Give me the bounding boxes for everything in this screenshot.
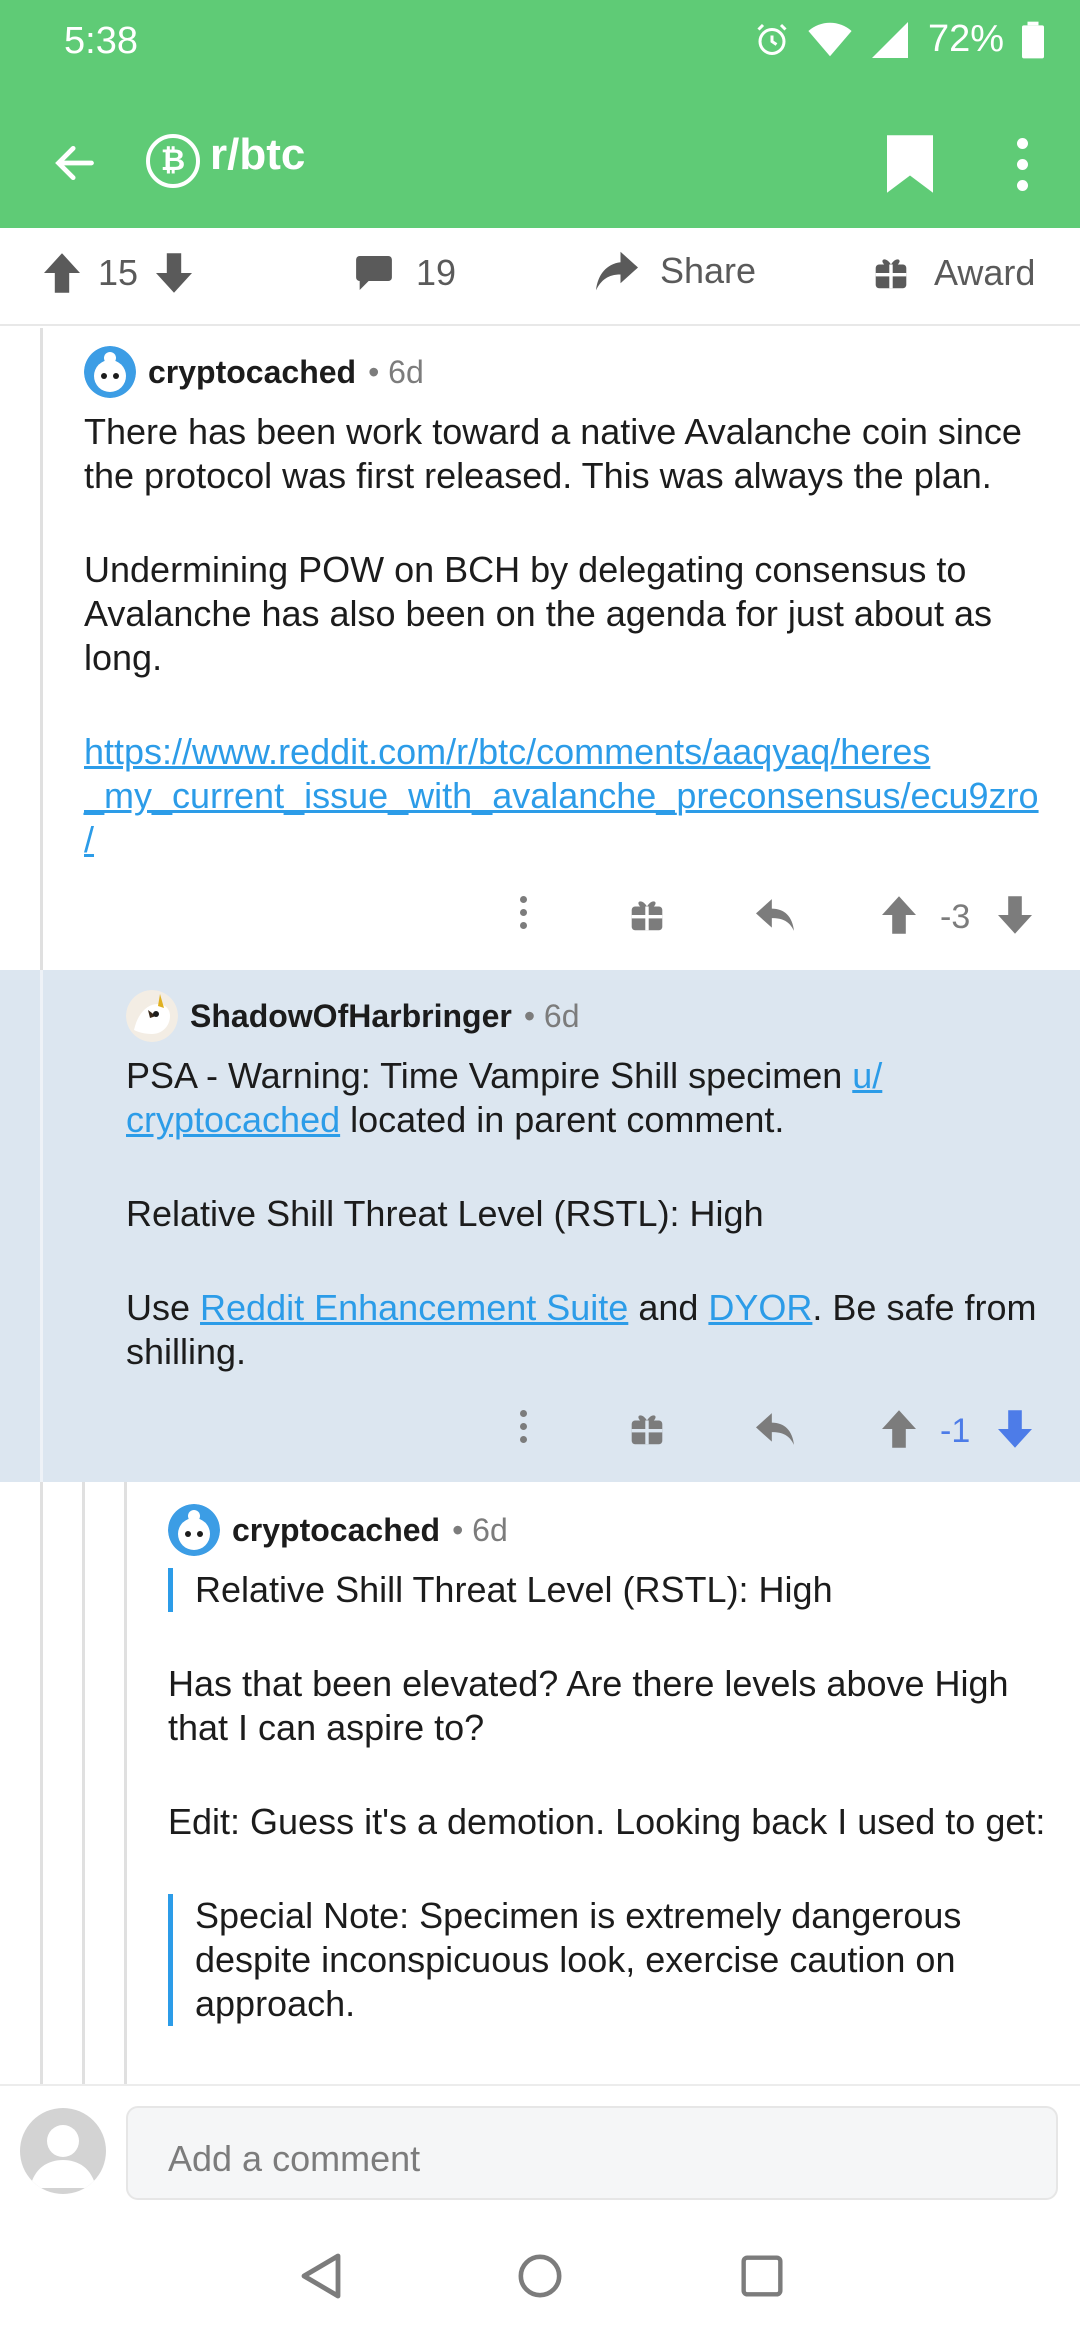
comment-body: There has been work toward a native Aval…: [84, 410, 1064, 862]
comment-author[interactable]: ShadowOfHarbringer: [190, 998, 512, 1035]
comment-header: ShadowOfHarbringer • 6d: [126, 990, 1056, 1042]
alarm-icon: [757, 23, 787, 55]
comment-more-button[interactable]: [520, 1410, 527, 1443]
gift-icon[interactable]: [630, 898, 664, 932]
battery-percent: 72%: [927, 18, 1004, 60]
gift-icon: [875, 259, 907, 289]
arrow-left-icon: [55, 145, 94, 181]
post-score: 15: [98, 252, 139, 293]
save-button[interactable]: [880, 126, 940, 202]
comments-count: 19: [416, 252, 457, 293]
comment-composer: Add a comment: [0, 2084, 1080, 2214]
comment-meta: • 6d: [452, 1511, 508, 1548]
comment-score: -1: [940, 1412, 971, 1450]
comment-icon: [356, 256, 392, 290]
post-action-bar: 15 19 Share Award: [0, 228, 1080, 326]
battery-icon: [1022, 21, 1044, 58]
share-icon: [596, 251, 638, 291]
comment-header: cryptocached • 6d: [84, 346, 1064, 398]
comment-score: -3: [940, 898, 971, 936]
downvote-icon[interactable]: [998, 1410, 1032, 1448]
res-link[interactable]: Reddit Enhancement Suite: [200, 1287, 628, 1328]
comments-count-button[interactable]: 19: [356, 252, 456, 294]
circle-home-icon: [518, 2254, 562, 2298]
post-vote: 15: [44, 252, 193, 294]
square-recents-icon: [741, 2255, 783, 2297]
comment-2-actions: -1: [500, 1404, 1060, 1456]
more-options-button[interactable]: [1000, 126, 1044, 202]
comment-2: ShadowOfHarbringer • 6d PSA - Warning: T…: [126, 990, 1056, 1374]
reply-icon[interactable]: [756, 1412, 794, 1446]
comment-paragraph: PSA - Warning: Time Vampire Shill specim…: [126, 1055, 883, 1140]
bookmark-icon: [887, 135, 933, 193]
comment-body: Relative Shill Threat Level (RSTL): High…: [168, 1568, 1068, 2026]
upvote-icon[interactable]: [882, 1410, 916, 1448]
comment-more-button[interactable]: [520, 896, 527, 929]
dyor-link[interactable]: DYOR: [708, 1287, 812, 1328]
comment-author[interactable]: cryptocached: [148, 354, 356, 391]
subreddit-title[interactable]: r/btc: [210, 130, 305, 180]
status-icons: 72%: [754, 18, 1044, 61]
bitcoin-icon: ₿: [146, 134, 200, 188]
triangle-back-icon: [301, 2253, 341, 2299]
comment-meta: • 6d: [368, 353, 424, 390]
nav-home-button[interactable]: [510, 2246, 570, 2306]
comment-paragraph: Use Reddit Enhancement Suite and DYOR. B…: [126, 1287, 1037, 1372]
signal-icon: [871, 21, 908, 58]
downvote-icon[interactable]: [156, 253, 193, 293]
award-button[interactable]: Award: [874, 252, 1035, 294]
avatar[interactable]: [168, 1504, 220, 1556]
comment-body: PSA - Warning: Time Vampire Shill specim…: [126, 1054, 1056, 1374]
status-time: 5:38: [64, 20, 138, 62]
award-label: Award: [934, 252, 1036, 293]
comment-3: cryptocached • 6d Relative Shill Threat …: [168, 1504, 1068, 2026]
comment-1: cryptocached • 6d There has been work to…: [84, 346, 1064, 862]
comment-age: 6d: [388, 353, 424, 390]
back-button[interactable]: [40, 128, 110, 198]
wifi-icon: [808, 22, 852, 56]
app-bar: ₿ r/btc: [0, 110, 1080, 228]
thread-line-depth-3[interactable]: [124, 1482, 127, 2084]
comment-paragraph: Edit: Guess it's a demotion. Looking bac…: [168, 1801, 1046, 1842]
avatar[interactable]: [84, 346, 136, 398]
share-button[interactable]: Share: [596, 250, 756, 292]
comment-paragraph: Undermining POW on BCH by delegating con…: [84, 549, 993, 678]
top-bar: 5:38 72% ₿ r/btc: [0, 0, 1080, 228]
thread-line-depth-2[interactable]: [82, 1482, 85, 2084]
avatar[interactable]: [126, 990, 178, 1042]
downvote-icon[interactable]: [998, 896, 1032, 934]
nav-recents-button[interactable]: [732, 2246, 792, 2306]
comment-author[interactable]: cryptocached: [232, 1512, 440, 1549]
nav-back-button[interactable]: [290, 2246, 350, 2306]
comment-1-actions: -3: [500, 890, 1060, 942]
comment-quote: Special Note: Specimen is extremely dang…: [168, 1894, 1068, 2026]
comment-paragraph: Relative Shill Threat Level (RSTL): High: [126, 1193, 764, 1234]
gift-icon[interactable]: [630, 1412, 664, 1446]
avatar: [20, 2108, 106, 2194]
comment-paragraph: Has that been elevated? Are there levels…: [168, 1663, 1009, 1748]
thread-line-depth-1-highlight[interactable]: [40, 970, 43, 1482]
share-label: Share: [660, 250, 757, 291]
comment-age: 6d: [472, 1511, 508, 1548]
upvote-icon[interactable]: [44, 253, 80, 293]
comment-quote: Relative Shill Threat Level (RSTL): High: [168, 1568, 1068, 1612]
comment-header: cryptocached • 6d: [168, 1504, 1068, 1556]
comment-meta: • 6d: [523, 997, 580, 1034]
comment-age: 6d: [543, 997, 580, 1034]
upvote-icon[interactable]: [882, 896, 916, 934]
reply-icon[interactable]: [756, 898, 794, 932]
comment-paragraph: There has been work toward a native Aval…: [84, 411, 1022, 496]
system-nav-bar: [0, 2214, 1080, 2340]
add-comment-input[interactable]: Add a comment: [126, 2106, 1058, 2200]
comment-link[interactable]: https://www.reddit.com/r/btc/comments/aa…: [84, 730, 1064, 862]
